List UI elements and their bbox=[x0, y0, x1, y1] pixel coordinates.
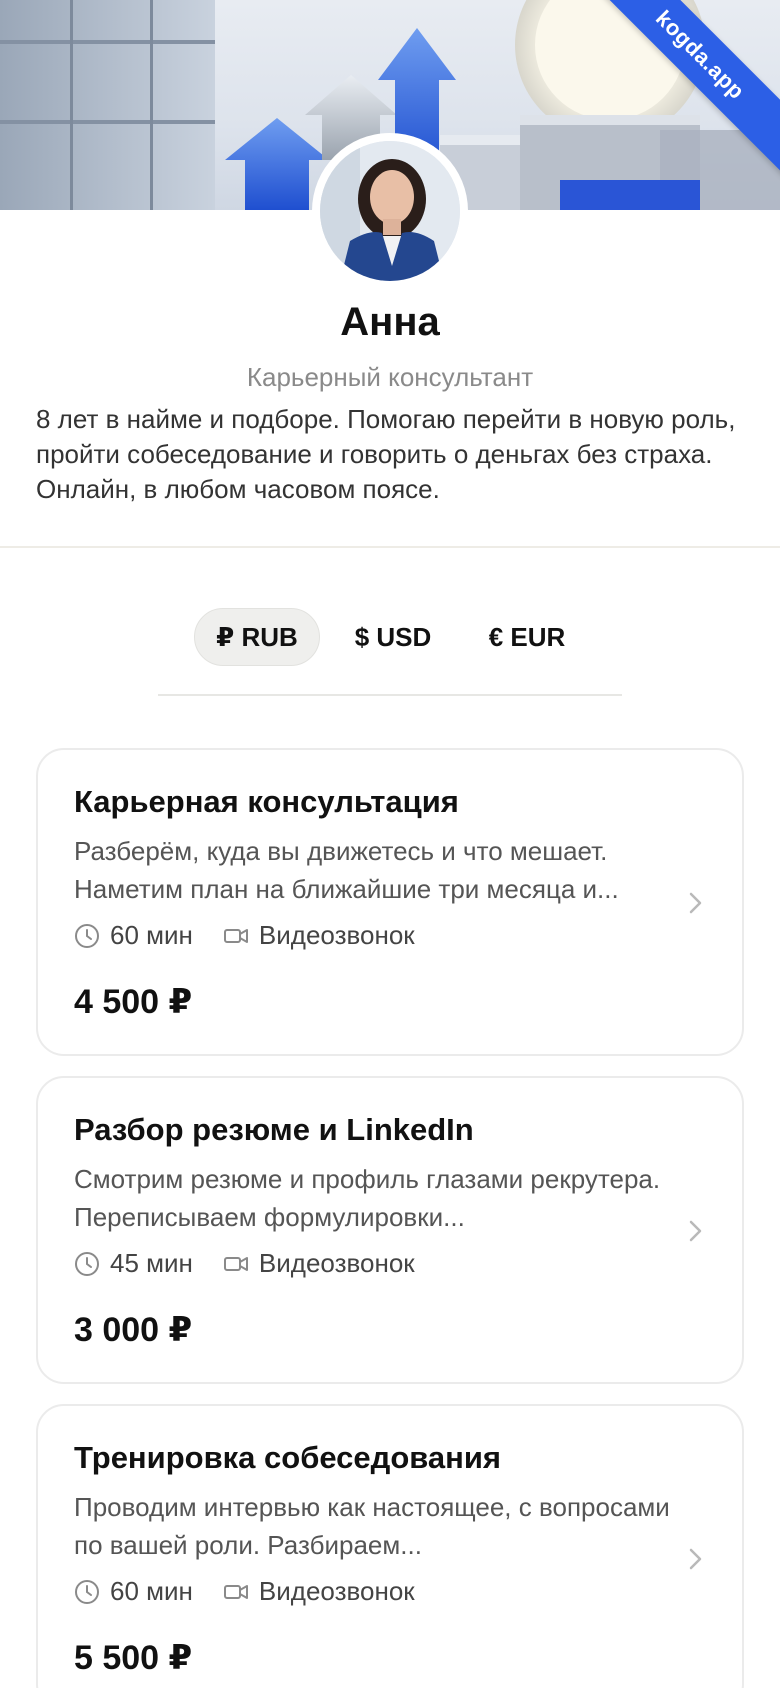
video-camera-icon bbox=[223, 1256, 248, 1271]
service-description: Смотрим резюме и профиль глазами рекруте… bbox=[74, 1164, 661, 1232]
clock-icon bbox=[75, 1251, 99, 1276]
chevron-right-icon bbox=[689, 1220, 702, 1242]
service-title: Тренировка собеседования bbox=[74, 1440, 502, 1475]
tabs-underline bbox=[158, 694, 622, 696]
video-camera-icon bbox=[223, 928, 248, 943]
service-duration: 60 мин bbox=[110, 1576, 193, 1606]
profile-bio: 8 лет в найме и подборе. Помогаю перейти… bbox=[36, 404, 736, 504]
service-format: Видеозвонок bbox=[258, 920, 415, 950]
service-duration: 45 мин bbox=[110, 1248, 193, 1278]
currency-tabs: ₽ RUB $ USD € EUR bbox=[158, 608, 622, 696]
clock-icon bbox=[75, 1579, 99, 1604]
service-duration: 60 мин bbox=[110, 920, 193, 950]
tab-rub[interactable]: ₽ RUB bbox=[194, 608, 320, 666]
service-format: Видеозвонок bbox=[258, 1248, 415, 1278]
service-title: Разбор резюме и LinkedIn bbox=[74, 1112, 474, 1147]
service-description: Проводим интервью как настоящее, с вопро… bbox=[74, 1492, 670, 1560]
video-camera-icon bbox=[223, 1584, 248, 1599]
avatar bbox=[312, 133, 468, 289]
service-card[interactable]: Карьерная консультация Разберём, куда вы… bbox=[36, 748, 744, 1056]
service-meta: 60 мин Видеозвонок bbox=[74, 1576, 445, 1607]
section-divider bbox=[0, 546, 780, 548]
tab-usd[interactable]: $ USD bbox=[330, 608, 456, 666]
profile-role: Карьерный консультант bbox=[246, 362, 534, 392]
service-format: Видеозвонок bbox=[258, 1576, 415, 1606]
service-description: Разберём, куда вы движетесь и что мешает… bbox=[74, 836, 619, 904]
clock-icon bbox=[75, 923, 99, 948]
chevron-right-icon bbox=[689, 1548, 702, 1570]
service-price: 3 000 ₽ bbox=[74, 1311, 193, 1349]
service-price: 4 500 ₽ bbox=[74, 983, 193, 1021]
service-price: 5 500 ₽ bbox=[74, 1639, 193, 1677]
avatar-photo bbox=[320, 141, 460, 281]
chevron-right-icon bbox=[689, 892, 702, 914]
service-meta: 45 мин Видеозвонок bbox=[74, 1248, 445, 1279]
profile-name: Анна bbox=[340, 300, 440, 344]
service-meta: 60 мин Видеозвонок bbox=[74, 920, 445, 951]
service-card[interactable]: Разбор резюме и LinkedIn Смотрим резюме … bbox=[36, 1076, 744, 1384]
service-title: Карьерная консультация bbox=[74, 784, 459, 819]
tab-eur[interactable]: € EUR bbox=[464, 608, 590, 666]
service-card[interactable]: Тренировка собеседования Проводим интерв… bbox=[36, 1404, 744, 1688]
